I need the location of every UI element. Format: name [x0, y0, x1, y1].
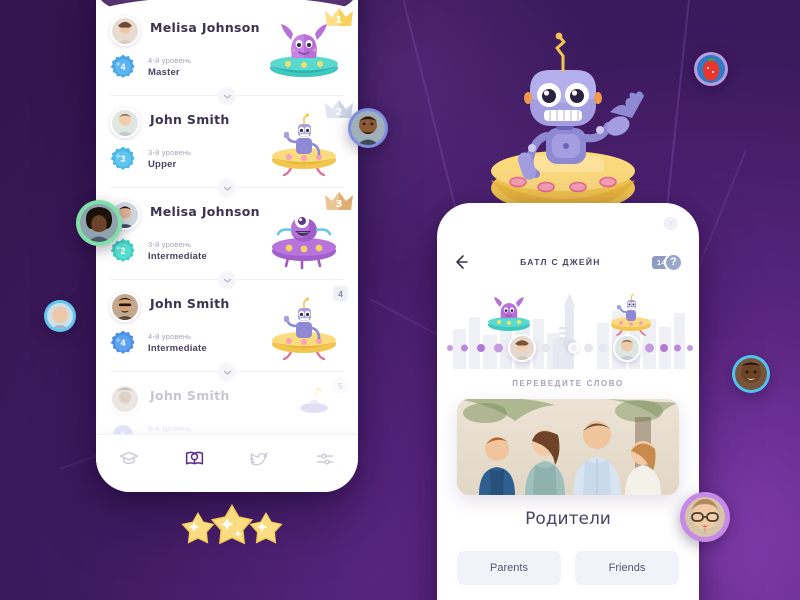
floating-avatar-woman-green[interactable] — [76, 200, 122, 246]
tab-map-pin-book[interactable] — [183, 448, 205, 470]
battle-progress-track — [437, 334, 699, 362]
level-label: 4-й уровень — [148, 56, 192, 65]
chevron-down-icon[interactable] — [218, 363, 236, 381]
progress-dot — [461, 344, 468, 352]
bottom-tab-bar[interactable] — [96, 434, 358, 492]
row-name: John Smith — [150, 112, 230, 127]
table-row[interactable]: John Smith 5 5-й уровень Beginner — [96, 372, 358, 434]
leaderboard-list[interactable]: Melisa Johnson 4 4-й уровень Master 1 Jo… — [96, 4, 358, 434]
progress-dot-current — [568, 342, 579, 354]
table-row[interactable]: John Smith 4 4-й уровень Intermediate 4 — [96, 280, 358, 381]
three-stars-rating — [181, 504, 283, 545]
prompt-label: ПЕРЕВЕДИТЕ СЛОВО — [512, 379, 624, 388]
rank-label: Intermediate — [148, 251, 207, 262]
phone-right-battle: БАТЛ С ДЖЕЙН 14 ? ПЕРЕВЕДИТЕ СЛОВО Родит… — [437, 203, 699, 600]
chevron-down-icon[interactable] — [218, 87, 236, 105]
canvas-background: Melisa Johnson 4 4-й уровень Master 1 Jo… — [0, 0, 800, 600]
progress-dot — [494, 343, 503, 353]
floating-avatar-kid-blue[interactable] — [732, 355, 770, 393]
level-badge: 4 — [110, 54, 136, 80]
question-word: Родители — [525, 509, 611, 529]
level-label: 5-й уровень — [148, 424, 192, 433]
level-number: 4 — [120, 62, 126, 72]
rank-chip: 4 — [333, 286, 348, 301]
progress-dot — [584, 343, 593, 353]
rank-label: Intermediate — [148, 343, 207, 354]
progress-dot — [477, 344, 485, 352]
camera-dot — [664, 217, 677, 230]
battle-header: БАТЛ С ДЖЕЙН 14 ? — [437, 243, 699, 281]
progress-dot — [645, 343, 654, 353]
avatar — [110, 108, 140, 138]
level-label: 3-й уровень — [148, 240, 192, 249]
progress-dot — [674, 344, 681, 352]
row-name: Melisa Johnson — [150, 204, 260, 219]
tab-graduation-cap[interactable] — [118, 448, 140, 470]
table-row[interactable]: John Smith 3 3-й уровень Upper 2 — [96, 96, 358, 197]
page-title: БАТЛ С ДЖЕЙН — [520, 257, 601, 267]
chevron-down-icon[interactable] — [218, 179, 236, 197]
robot-ufo-yellow-illustration — [611, 293, 651, 336]
floating-avatar-strawberry[interactable] — [694, 52, 728, 86]
progress-dot — [447, 345, 453, 351]
level-badge: 3 — [110, 146, 136, 172]
level-number: 5 — [110, 422, 136, 434]
level-number: 4 — [120, 338, 126, 348]
tab-sliders[interactable] — [314, 448, 336, 470]
table-row[interactable]: Melisa Johnson 4 4-й уровень Master 1 — [96, 4, 358, 105]
answer-button-friends[interactable]: Friends — [575, 551, 679, 585]
rank-chip: 5 — [333, 378, 348, 393]
level-badge: 2 — [110, 238, 136, 264]
avatar-player-left — [508, 334, 536, 362]
crown-rank-icon: 3 — [325, 192, 353, 210]
rank-label: Upper — [148, 159, 177, 170]
monster-ufo-teal-illustration — [488, 297, 530, 331]
floating-avatar-glasses[interactable] — [680, 492, 730, 542]
progress-dot — [598, 343, 607, 353]
row-name: John Smith — [150, 388, 230, 403]
phone-left-leaderboard: Melisa Johnson 4 4-й уровень Master 1 Jo… — [96, 0, 358, 492]
floating-avatar-blue-small[interactable] — [44, 300, 76, 332]
avatar — [110, 16, 140, 46]
avatar — [110, 384, 140, 414]
chevron-down-icon[interactable] — [218, 271, 236, 289]
progress-dot — [555, 343, 564, 353]
level-badge: 5 — [110, 422, 136, 434]
back-arrow-icon[interactable] — [453, 254, 469, 270]
header-actions: 14 ? — [651, 252, 683, 272]
level-label: 4-й уровень — [148, 332, 192, 341]
level-badge: 4 — [110, 330, 136, 356]
progress-dot — [687, 345, 693, 351]
tab-bird[interactable] — [249, 448, 271, 470]
crown-rank-icon: 1 — [325, 8, 353, 26]
svg-text:2: 2 — [336, 107, 343, 118]
avatar-player-right — [613, 334, 641, 362]
question-mark-icon[interactable]: ? — [664, 252, 683, 272]
progress-dot — [541, 343, 550, 353]
row-name: John Smith — [150, 296, 230, 311]
avatar — [110, 292, 140, 322]
table-row[interactable]: Melisa Johnson 2 3-й уровень Intermediat… — [96, 188, 358, 289]
svg-text:3: 3 — [336, 199, 343, 210]
floating-avatar-man-blue[interactable] — [348, 108, 388, 148]
question-photo — [457, 399, 679, 495]
answer-buttons: Parents Friends — [457, 551, 679, 585]
progress-dot — [660, 344, 668, 352]
answer-button-parents[interactable]: Parents — [457, 551, 561, 585]
row-name: Melisa Johnson — [150, 20, 260, 35]
battle-progress-section — [437, 283, 699, 369]
rank-label: Master — [148, 67, 180, 78]
level-label: 3-й уровень — [148, 148, 192, 157]
level-number: 2 — [120, 246, 126, 256]
svg-text:1: 1 — [336, 15, 343, 26]
level-number: 3 — [120, 154, 126, 164]
